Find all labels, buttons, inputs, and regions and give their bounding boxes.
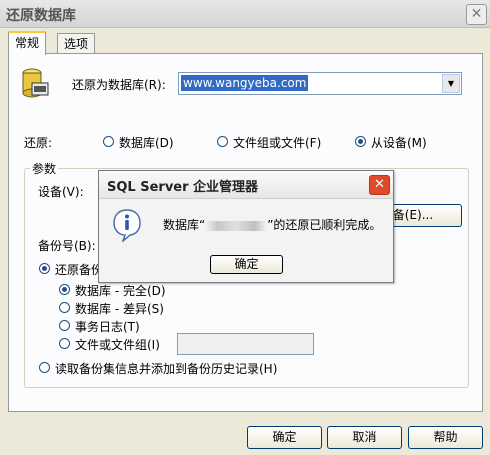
radio-read-backup-info[interactable]: [39, 362, 50, 373]
restore-as-combobox[interactable]: www.wangyeba.com ▼: [178, 72, 462, 95]
database-icon: [22, 68, 49, 98]
tab-options[interactable]: 选项: [57, 33, 96, 54]
dialog-message-suffix: ”的还原已顺利完成。: [267, 218, 382, 232]
title-bar: 还原数据库 ✕: [0, 0, 490, 28]
radio-database-label: 数据库(D): [119, 136, 174, 150]
device-label: 设备(V):: [38, 185, 84, 199]
radio-from-device[interactable]: [355, 136, 366, 147]
parameters-label: 参数: [30, 160, 59, 177]
chevron-down-icon[interactable]: ▼: [442, 74, 460, 93]
file-or-filegroup-field[interactable]: [177, 333, 314, 355]
dialog-title: SQL Server 企业管理器: [107, 180, 259, 195]
radio-file-or-filegroup-label: 文件或文件组(I): [75, 338, 160, 352]
redacted-database-name: [205, 220, 268, 231]
radio-database[interactable]: [103, 136, 114, 147]
dialog-ok-button[interactable]: 确定: [210, 255, 283, 274]
dialog-message-prefix: 数据库“: [163, 218, 206, 232]
ok-button[interactable]: 确定: [247, 426, 322, 449]
radio-file-or-filegroup[interactable]: [59, 338, 70, 349]
restore-label: 还原:: [24, 136, 53, 150]
radio-database-differential[interactable]: [59, 302, 70, 313]
radio-restore-backup[interactable]: [39, 263, 50, 274]
restore-as-label: 还原为数据库(R):: [72, 78, 166, 92]
radio-transaction-log-label: 事务日志(T): [75, 320, 140, 334]
close-button[interactable]: ✕: [466, 4, 487, 25]
radio-transaction-log[interactable]: [59, 320, 70, 331]
cancel-button[interactable]: 取消: [327, 426, 402, 449]
help-button[interactable]: 帮助: [408, 426, 483, 449]
restore-as-value: www.wangyeba.com: [181, 75, 309, 91]
window-title: 还原数据库: [6, 8, 76, 24]
tab-general[interactable]: 常规: [8, 31, 47, 55]
radio-read-backup-info-label: 读取备份集信息并添加到备份历史记录(H): [55, 362, 278, 376]
radio-filegroup-label: 文件组或文件(F): [233, 136, 322, 150]
radio-filegroup[interactable]: [217, 136, 228, 147]
radio-database-differential-label: 数据库 - 差异(S): [75, 302, 164, 316]
restore-database-window: 还原数据库 ✕ 常规 选项 还原为数据库(R): www.wangyeba.co…: [0, 0, 490, 455]
completion-dialog: SQL Server 企业管理器 ✕ 数据库“ ”的还原已顺利完成。 确定: [98, 170, 394, 283]
radio-database-full[interactable]: [59, 284, 70, 295]
backup-number-label: 备份号(B):: [38, 239, 96, 253]
dialog-title-bar: SQL Server 企业管理器 ✕: [99, 171, 393, 199]
radio-from-device-label: 从设备(M): [371, 136, 427, 150]
dialog-message: 数据库“ ”的还原已顺利完成。: [163, 216, 381, 233]
radio-restore-backup-label: 还原备份: [55, 263, 104, 277]
radio-database-full-label: 数据库 - 完全(D): [75, 284, 166, 298]
info-icon: [113, 209, 141, 242]
dialog-close-button[interactable]: ✕: [369, 175, 390, 195]
